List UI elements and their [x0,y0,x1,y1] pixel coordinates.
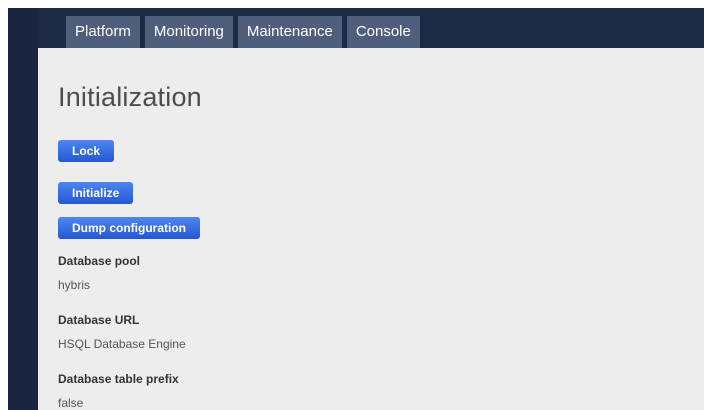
initialize-button[interactable]: Initialize [58,182,134,204]
property-database-url: Database URL HSQL Database Engine [58,313,186,351]
tab-maintenance[interactable]: Maintenance [237,16,342,48]
dump-configuration-button[interactable]: Dump configuration [58,217,200,239]
top-nav-tabs: Platform Monitoring Maintenance Console [66,16,420,48]
left-gutter [8,8,38,410]
property-label: Database URL [58,313,140,327]
tab-monitoring[interactable]: Monitoring [144,16,233,48]
property-label: Database pool [58,254,141,268]
property-database-table-prefix: Database table prefix false [58,372,179,410]
property-value: hybris [58,278,91,292]
property-value: false [58,396,84,410]
app-frame: Platform Monitoring Maintenance Console … [8,8,704,410]
main-content: Initialization Lock Initialize Dump conf… [38,48,704,410]
lock-button[interactable]: Lock [58,140,115,162]
property-database-pool: Database pool hybris [58,254,140,292]
tab-platform[interactable]: Platform [66,16,140,48]
tab-console[interactable]: Console [346,16,420,48]
property-label: Database table prefix [58,372,179,386]
property-value: HSQL Database Engine [58,337,186,351]
page-title: Initialization [58,82,202,112]
